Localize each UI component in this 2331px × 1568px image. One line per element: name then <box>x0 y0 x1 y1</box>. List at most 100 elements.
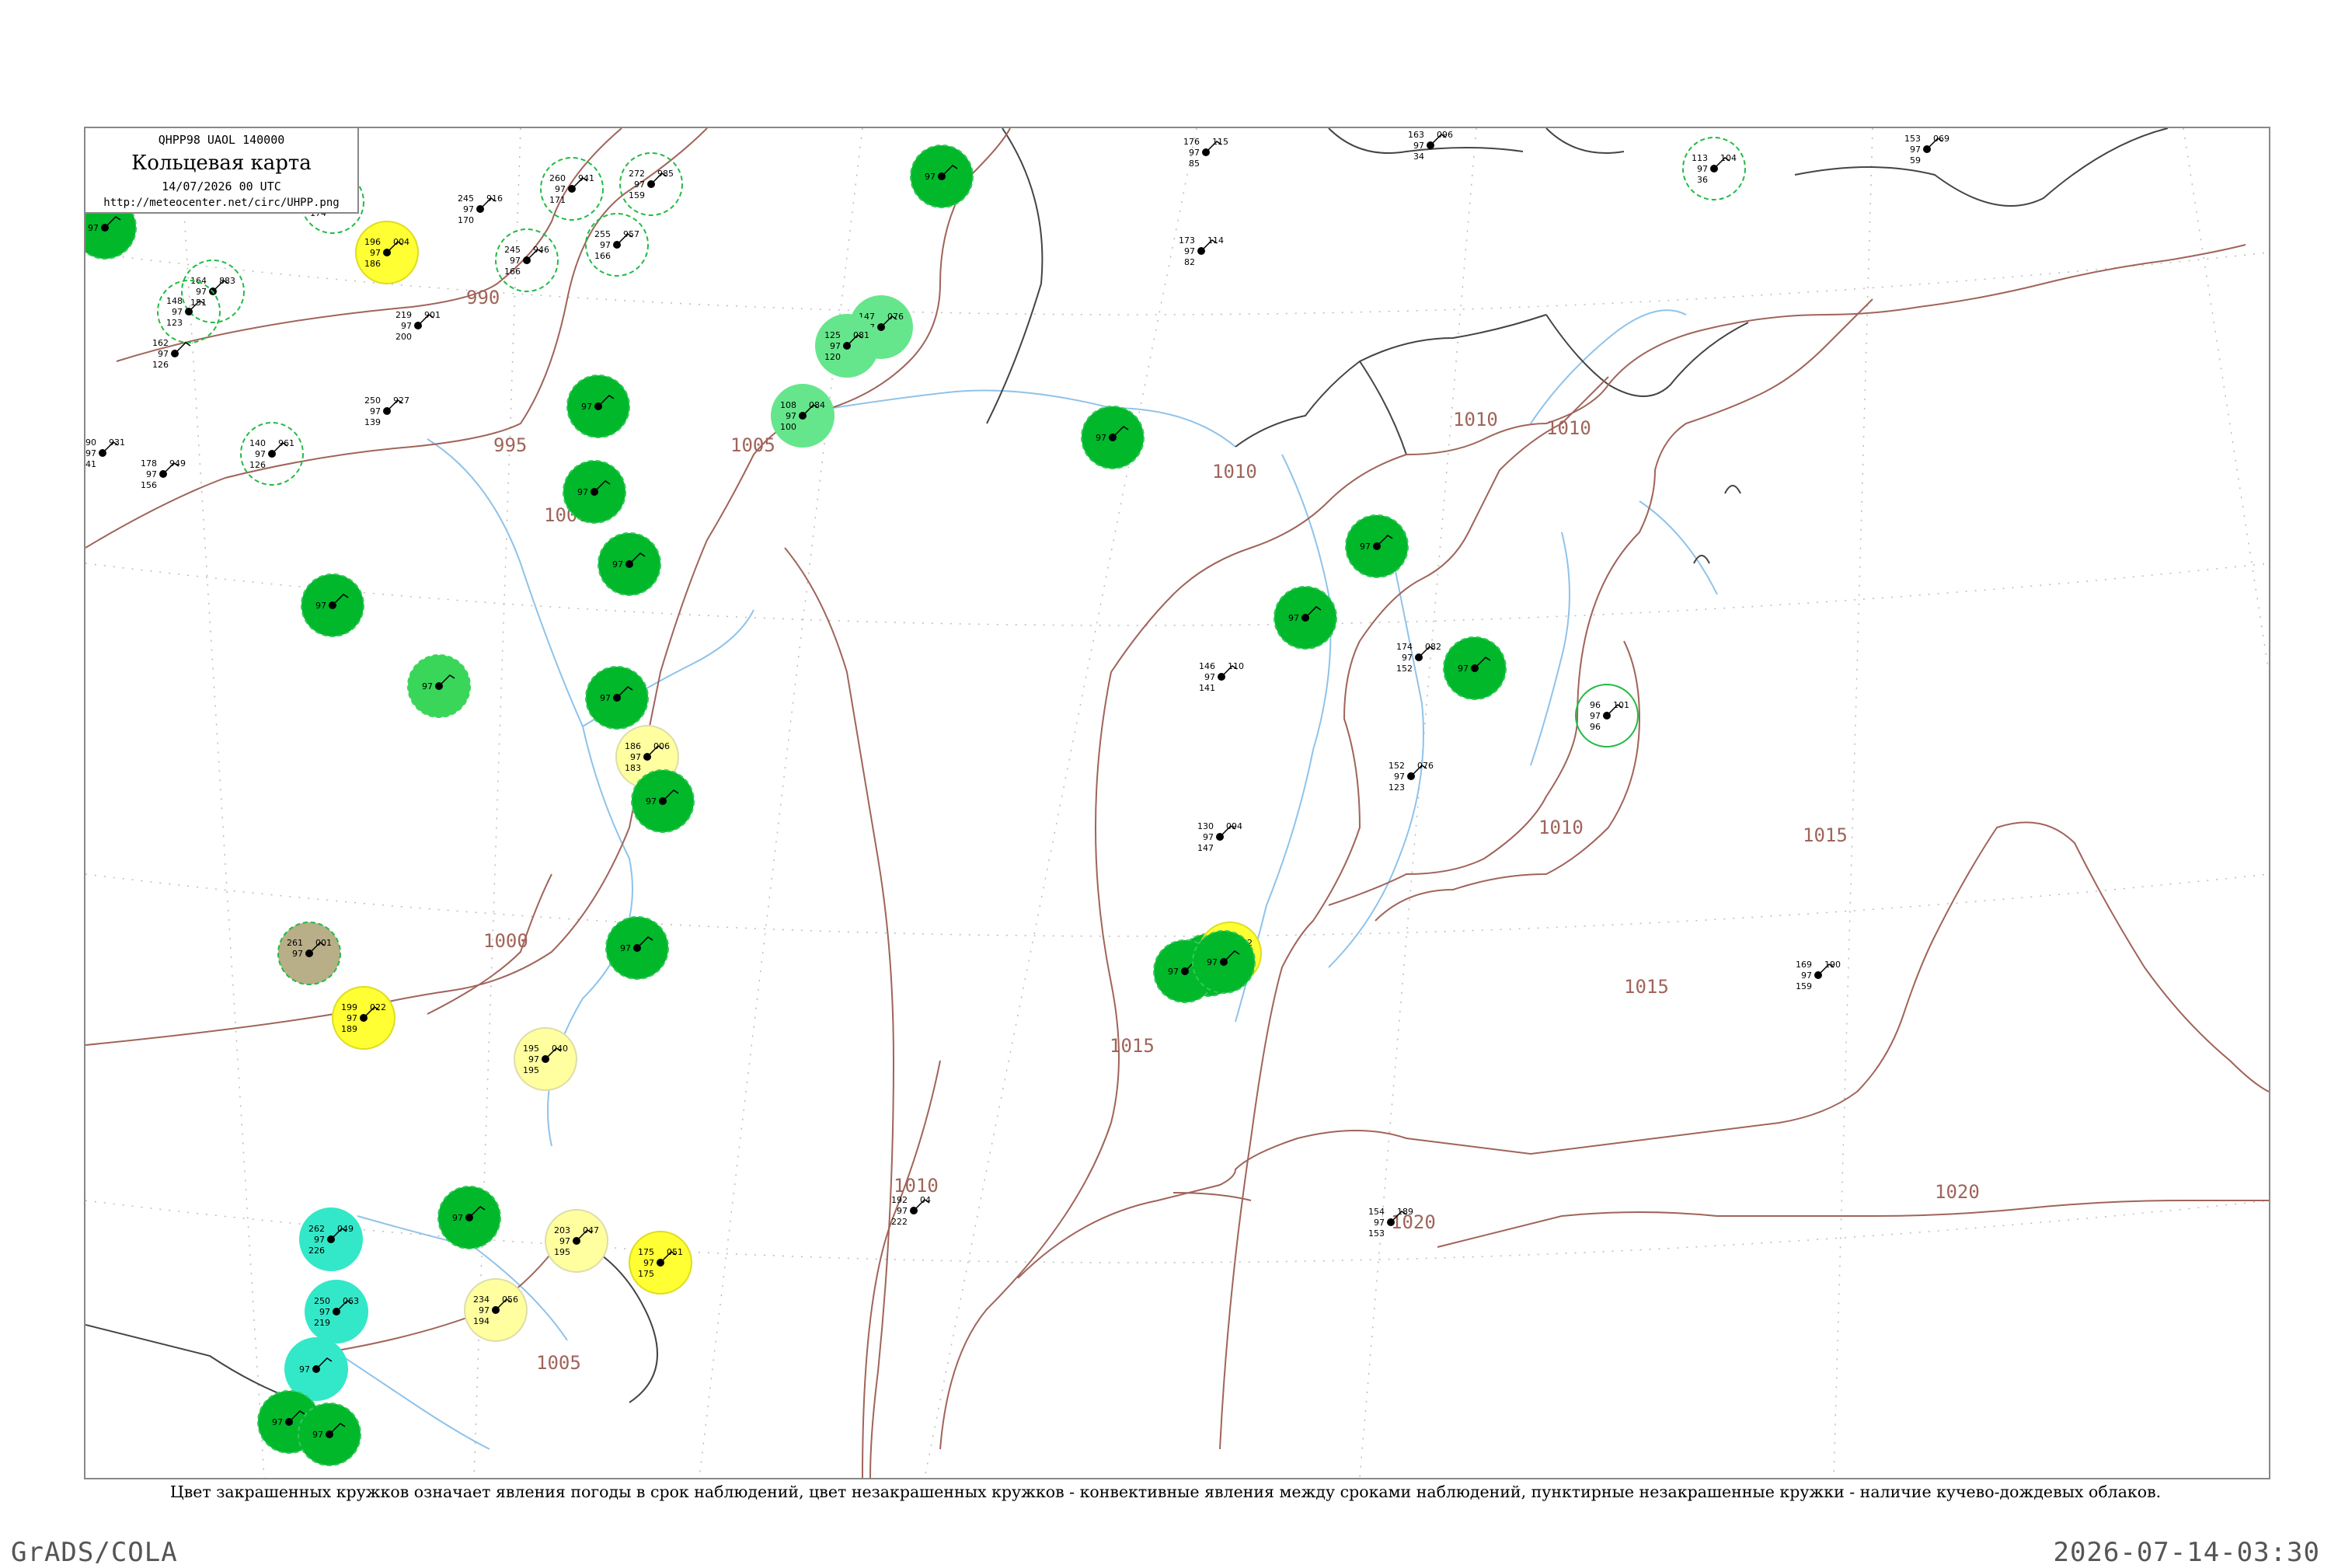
station-plot: 146 110 14197 <box>1199 661 1244 693</box>
station-value: 110 <box>1228 661 1244 671</box>
isobar-label: 1015 <box>1110 1035 1155 1057</box>
station-plot: 196 004 18697 <box>355 221 419 284</box>
station-plot: 97 <box>1345 514 1409 578</box>
station-value: 094 <box>1226 821 1242 831</box>
station-value: 186 <box>625 741 641 751</box>
station-value: 97 <box>312 1430 323 1440</box>
station-value: 82 <box>1184 257 1195 267</box>
station-plot: 245 946 16697 <box>495 228 559 292</box>
station-value: 076 <box>887 312 904 322</box>
station-value: 97 <box>299 1364 310 1375</box>
station-value: 170 <box>458 215 474 225</box>
station-value: 931 <box>109 437 125 448</box>
station-value: 108 <box>780 400 796 410</box>
station-plot: 97 <box>585 666 649 730</box>
station-value: 169 <box>1796 960 1812 970</box>
station-plot: 190 931 14197 <box>85 437 125 469</box>
render-timestamp: 2026-07-14-03:30 <box>2053 1537 2320 1568</box>
station-value: 140 <box>249 438 266 448</box>
station-plot: 255 957 16697 <box>585 213 649 277</box>
station-value: 97 <box>510 256 521 266</box>
station-value: 076 <box>1417 761 1434 771</box>
station-value: 163 <box>1408 130 1424 140</box>
station-plot: 97 <box>910 145 974 208</box>
station-value: 174 <box>1396 642 1413 652</box>
station-value: 069 <box>1933 134 1949 144</box>
station-value: 97 <box>319 1307 330 1317</box>
station-value: 97 <box>1413 141 1424 151</box>
station-value: 126 <box>152 360 169 370</box>
station-value: 113 <box>1692 153 1708 163</box>
station-value: 97 <box>897 1206 908 1216</box>
station-value: 219 <box>314 1318 330 1328</box>
station-value: 189 <box>1397 1207 1413 1217</box>
station-value: 97 <box>292 949 303 959</box>
station-plot: 174 082 15297 <box>1396 642 1441 674</box>
map-legend: QHPP98 UAOL 140000 Кольцевая карта 14/07… <box>84 127 359 214</box>
station-value: 97 <box>1288 613 1299 623</box>
station-value: 152 <box>1396 664 1413 674</box>
station-plot: 125 081 12097 <box>815 314 879 378</box>
station-value: 001 <box>315 938 332 948</box>
station-plot: 130 094 14797 <box>1197 821 1242 853</box>
station-value: 176 <box>1183 137 1200 147</box>
station-value: 97 <box>1458 664 1469 674</box>
station-value: 051 <box>667 1247 683 1257</box>
map-title: Кольцевая карта <box>131 152 312 175</box>
station-value: 97 <box>1096 433 1106 443</box>
station-value: 006 <box>653 741 670 751</box>
software-credit: GrADS/COLA <box>11 1537 178 1568</box>
station-value: 97 <box>370 248 381 258</box>
station-value: 97 <box>786 411 796 421</box>
station-value: 156 <box>141 480 157 490</box>
station-value: 97 <box>347 1013 357 1023</box>
station-value: 159 <box>629 190 645 200</box>
synoptic-map: 990 995 1000 1000 1005 1005 1010 1010 1010 1010 10… <box>84 127 2270 1479</box>
station-value: 97 <box>196 287 207 297</box>
station-value: 114 <box>1207 235 1224 246</box>
station-value: 159 <box>1796 981 1812 991</box>
station-value: 97 <box>1184 246 1195 256</box>
station-plot: 97 <box>407 654 471 718</box>
isobar-label: 1010 <box>1453 409 1498 430</box>
station-value: 97 <box>255 449 266 459</box>
station-plot: 203 047 19597 <box>545 1209 608 1273</box>
station-plot: 163 096 3497 <box>1408 130 1453 162</box>
station-plot: 261 001 97 <box>277 922 341 985</box>
station-value: 255 <box>594 229 611 239</box>
station-value: 262 <box>308 1224 325 1234</box>
station-value: 056 <box>502 1294 518 1305</box>
station-value: 97 <box>479 1305 490 1315</box>
station-value: 957 <box>623 229 639 239</box>
station-value: 97 <box>401 321 412 331</box>
station-value: 97 <box>643 1258 654 1268</box>
station-value: 141 <box>1199 683 1215 693</box>
station-value: 97 <box>1910 145 1921 155</box>
station-plot: 178 949 15697 <box>141 458 186 490</box>
station-plot: 97 <box>298 1402 361 1466</box>
station-value: 272 <box>629 169 645 179</box>
station-value: 200 <box>395 332 412 342</box>
graticule <box>85 128 2269 1478</box>
station-plot: 97 <box>563 460 626 524</box>
isobar-label: 995 <box>493 434 527 456</box>
station-value: 883 <box>219 276 235 286</box>
station-value: 166 <box>504 267 521 277</box>
station-value: 97 <box>422 681 433 692</box>
station-plot: 250 063 21997 <box>305 1280 368 1343</box>
station-plot: 97 <box>437 1186 501 1249</box>
station-value: 195 <box>523 1065 539 1075</box>
station-value: 199 <box>341 1002 357 1012</box>
station-value: 047 <box>583 1225 599 1235</box>
map-url[interactable]: http://meteocenter.net/circ/UHPP.png <box>85 197 357 209</box>
station-value: 97 <box>925 172 936 182</box>
station-value: 162 <box>152 338 169 348</box>
station-value: 97 <box>146 469 157 479</box>
station-value: 97 <box>1374 1218 1385 1228</box>
station-value: 120 <box>824 352 841 362</box>
station-value: 125 <box>824 330 841 340</box>
station-plot: 199 022 18997 <box>332 986 395 1050</box>
station-value: 985 <box>657 169 674 179</box>
station-value: 34 <box>1413 152 1424 162</box>
station-value: 946 <box>533 245 549 255</box>
